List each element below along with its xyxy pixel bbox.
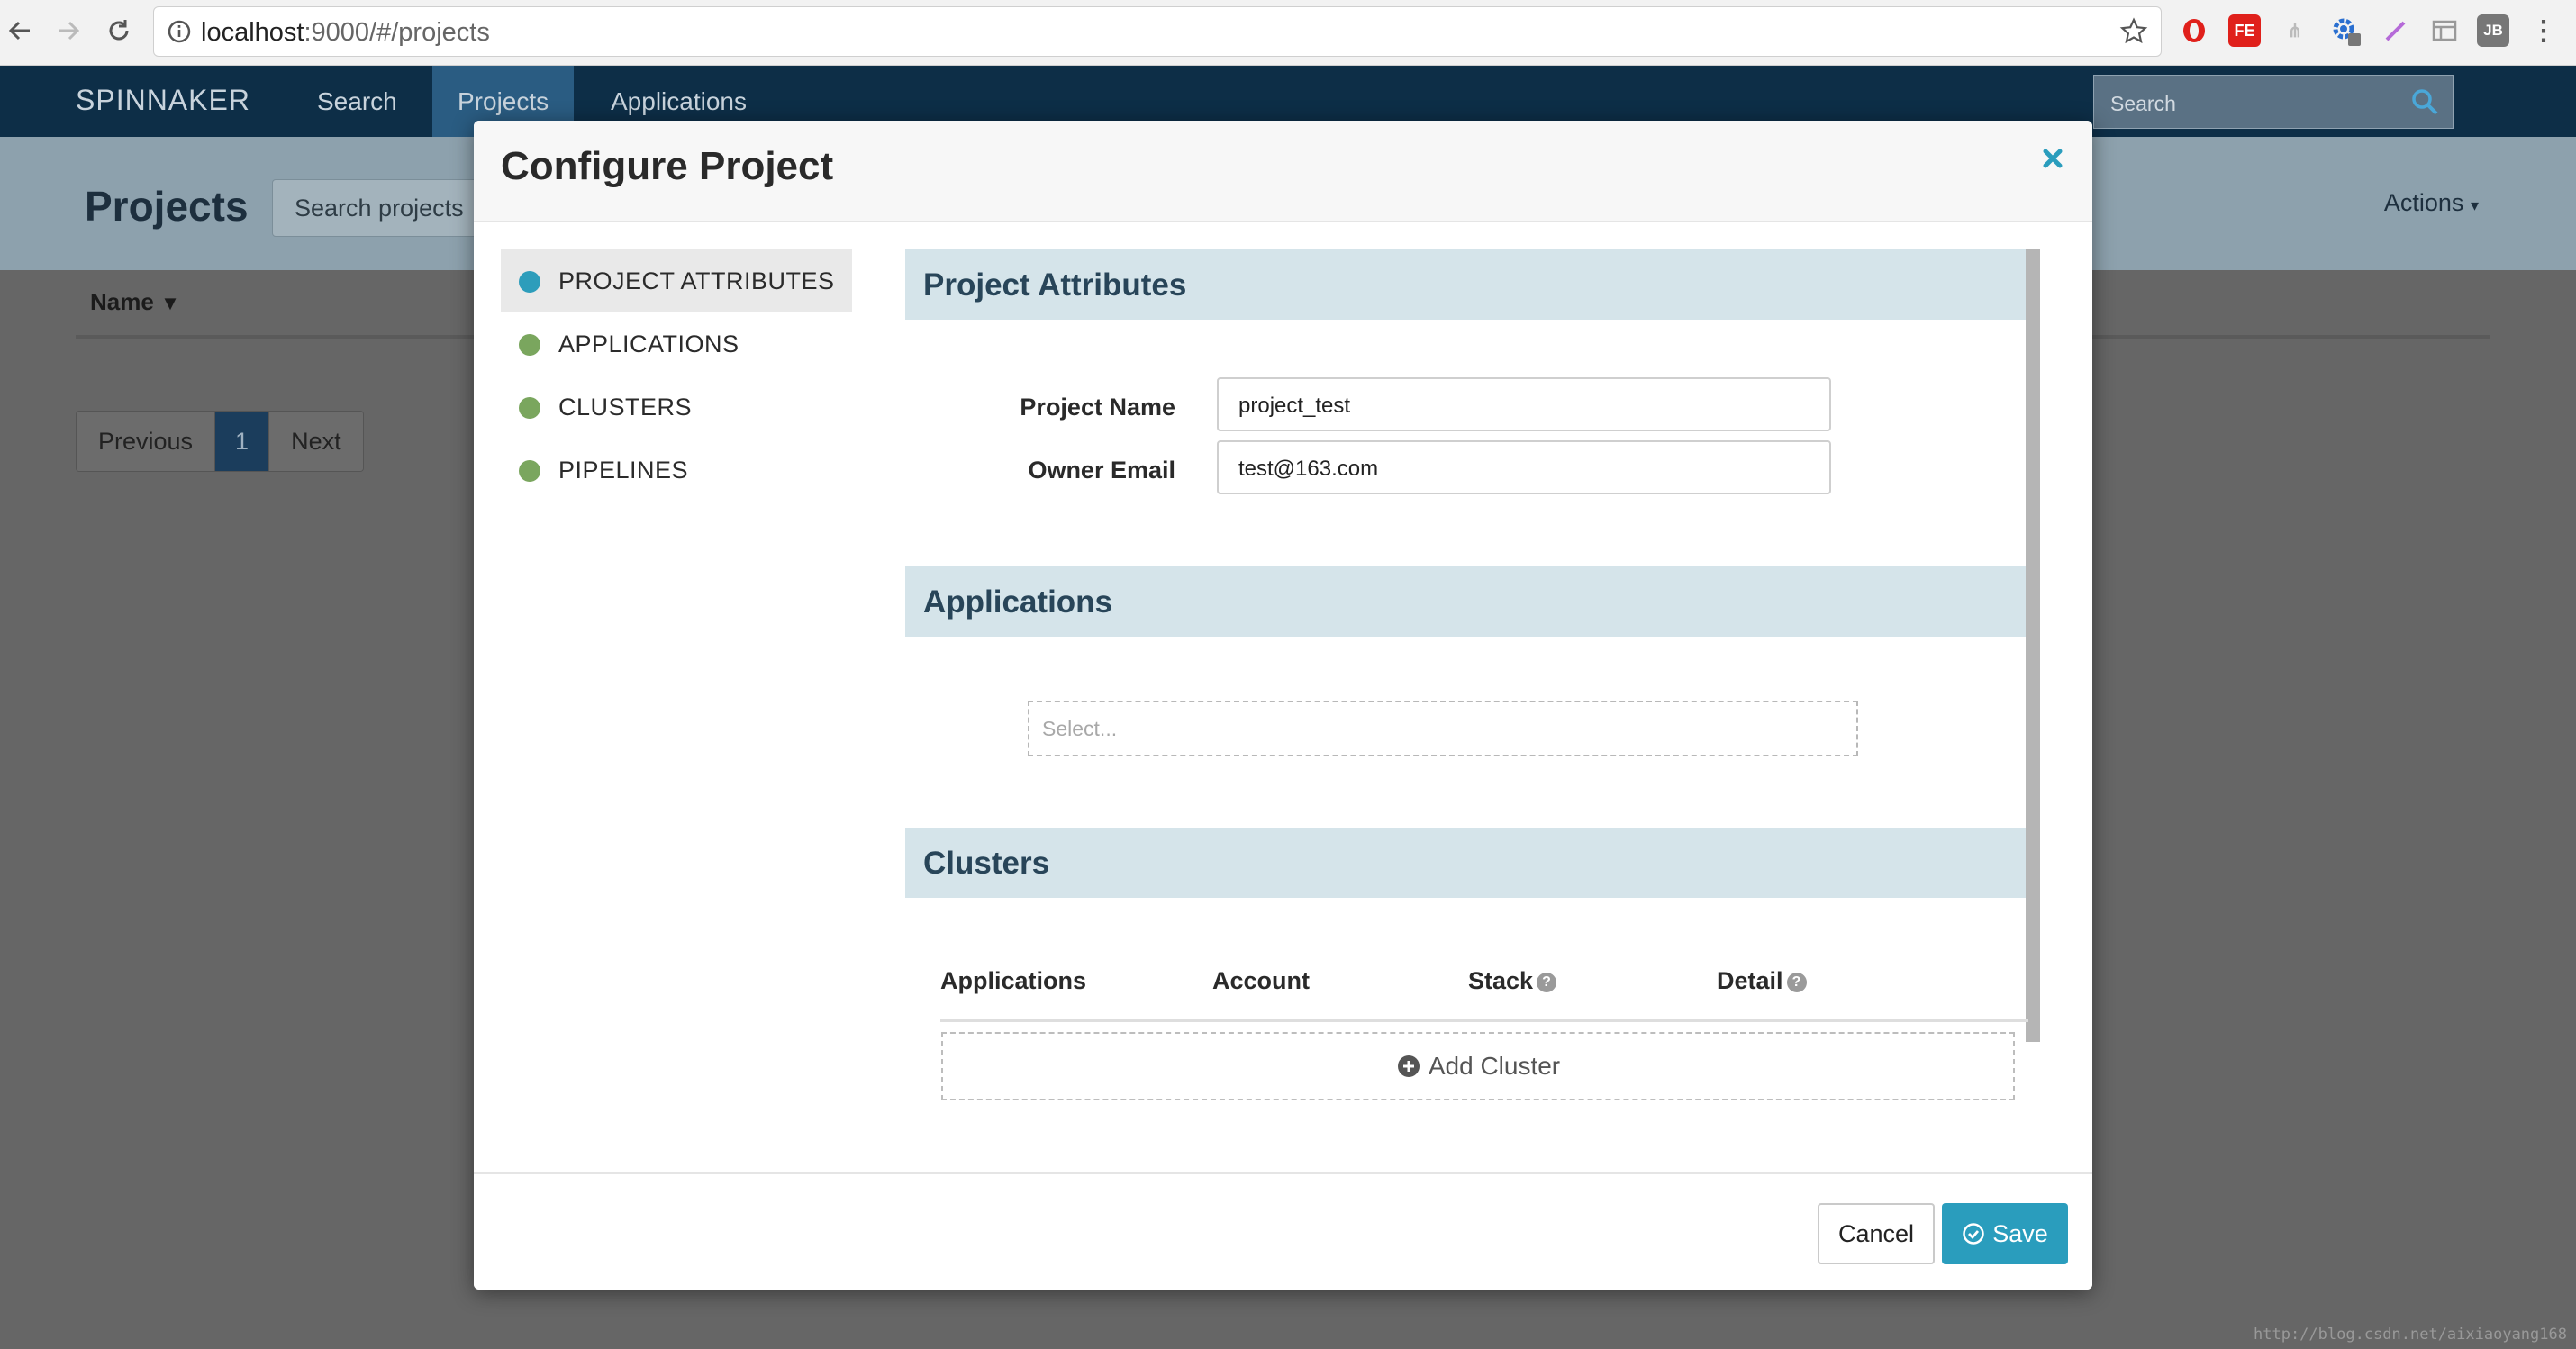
column-stack: Stack?: [1468, 967, 1557, 995]
watermark: http://blog.csdn.net/aixiaoyang168: [2254, 1326, 2567, 1344]
back-icon[interactable]: [2, 13, 38, 49]
add-cluster-label: Add Cluster: [1428, 1052, 1561, 1080]
save-label: Save: [1992, 1219, 2048, 1247]
tree-extension-icon[interactable]: ⋔: [2279, 14, 2311, 47]
side-nav-label: CLUSTERS: [558, 393, 693, 421]
help-icon[interactable]: ?: [1786, 973, 1807, 992]
forward-icon[interactable]: [50, 13, 86, 49]
step-dot-icon: [519, 334, 540, 356]
modal-content-scroll[interactable]: Project Attributes Project Name project_…: [905, 249, 2040, 1042]
configure-project-modal: Configure Project PROJECT ATTRIBUTES APP…: [474, 121, 2092, 1290]
project-name-label: Project Name: [1020, 394, 1175, 421]
project-name-input[interactable]: project_test: [1217, 377, 1831, 431]
side-nav-project-attributes[interactable]: PROJECT ATTRIBUTES: [501, 249, 852, 312]
section-title: Clusters: [923, 846, 1050, 881]
scrollbar[interactable]: [2026, 249, 2040, 1042]
applications-select[interactable]: Select...: [1028, 701, 1858, 756]
step-dot-icon: [519, 460, 540, 482]
pen-extension-icon[interactable]: [2380, 14, 2412, 47]
side-nav-label: PROJECT ATTRIBUTES: [558, 267, 835, 294]
info-icon[interactable]: [167, 19, 192, 49]
browser-toolbar: localhost:9000/#/projects FE ⋔ JB ⋮: [0, 0, 2576, 66]
project-search-input[interactable]: Search projects: [272, 179, 506, 237]
plus-circle-icon: [1397, 1055, 1420, 1077]
help-icon[interactable]: ?: [1537, 973, 1557, 992]
gear-extension-icon[interactable]: [2329, 14, 2362, 47]
fe-extension-icon[interactable]: FE: [2228, 14, 2261, 47]
section-title: Applications: [923, 584, 1113, 620]
side-nav-clusters[interactable]: CLUSTERS: [501, 376, 852, 439]
side-nav-applications[interactable]: APPLICATIONS: [501, 312, 852, 376]
clusters-table-divider: [940, 1019, 2028, 1022]
layout-extension-icon[interactable]: [2428, 14, 2461, 47]
address-bar[interactable]: localhost:9000/#/projects: [153, 6, 2162, 57]
add-cluster-button[interactable]: Add Cluster: [941, 1032, 2015, 1100]
global-search-placeholder: Search: [2110, 92, 2176, 115]
sort-down-icon: ▼: [160, 292, 180, 314]
next-page-button[interactable]: Next: [269, 412, 363, 471]
url-text: localhost:9000/#/projects: [201, 18, 490, 47]
column-applications: Applications: [940, 967, 1087, 994]
clusters-table-header: Applications Account Stack? Detail?: [940, 967, 2028, 1039]
brand-logo[interactable]: SPINNAKER: [76, 84, 250, 117]
owner-email-input[interactable]: test@163.com: [1217, 440, 1831, 494]
previous-page-button[interactable]: Previous: [77, 412, 216, 471]
cancel-button[interactable]: Cancel: [1818, 1203, 1935, 1264]
check-circle-icon: [1963, 1223, 1984, 1245]
side-nav-pipelines[interactable]: PIPELINES: [501, 439, 852, 502]
page-title: Projects: [85, 183, 249, 230]
owner-email-label: Owner Email: [1028, 457, 1175, 484]
step-dot-icon: [519, 271, 540, 293]
search-icon[interactable]: [2409, 86, 2440, 122]
section-title: Project Attributes: [923, 267, 1187, 303]
column-detail: Detail?: [1717, 967, 1807, 995]
pagination: Previous 1 Next: [76, 411, 364, 472]
project-attributes-section-header: Project Attributes: [905, 249, 2026, 320]
caret-down-icon: ▾: [2470, 196, 2479, 214]
close-icon[interactable]: [2036, 142, 2069, 175]
modal-footer: Cancel Save: [474, 1172, 2092, 1290]
reload-icon[interactable]: [101, 13, 137, 49]
side-nav-label: PIPELINES: [558, 456, 689, 484]
modal-title: Configure Project: [501, 144, 834, 188]
page-1-button[interactable]: 1: [215, 412, 270, 471]
name-column-header[interactable]: Name ▼: [90, 288, 180, 316]
column-account: Account: [1212, 967, 1310, 994]
global-search-input[interactable]: Search: [2093, 75, 2454, 129]
applications-section-header: Applications: [905, 566, 2026, 637]
step-dot-icon: [519, 397, 540, 419]
opera-extension-icon[interactable]: [2178, 14, 2210, 47]
menu-icon[interactable]: ⋮: [2527, 14, 2560, 47]
nav-link-search[interactable]: Search: [292, 66, 422, 137]
bookmark-star-icon[interactable]: [2119, 17, 2148, 50]
modal-side-nav: PROJECT ATTRIBUTES APPLICATIONS CLUSTERS…: [501, 249, 852, 502]
side-nav-label: APPLICATIONS: [558, 330, 739, 358]
jb-extension-icon[interactable]: JB: [2477, 14, 2509, 47]
clusters-section-header: Clusters: [905, 828, 2026, 898]
modal-header: Configure Project: [474, 121, 2092, 222]
actions-dropdown[interactable]: Actions ▾: [2384, 189, 2479, 217]
save-button[interactable]: Save: [1942, 1203, 2068, 1264]
